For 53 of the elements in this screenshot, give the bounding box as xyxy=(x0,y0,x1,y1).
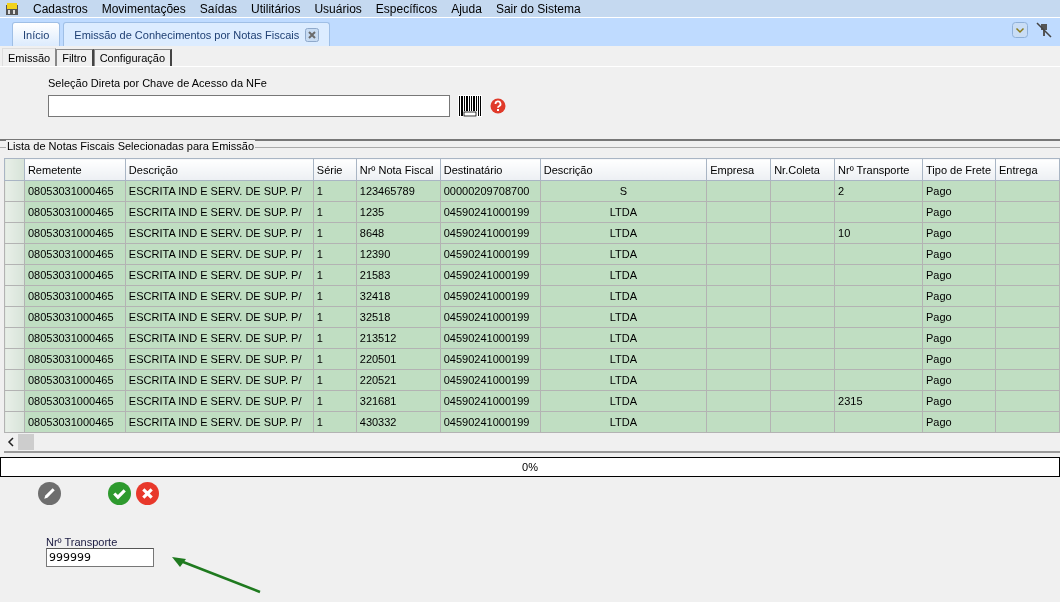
progress-text: 0% xyxy=(522,461,538,473)
dropdown-icon[interactable] xyxy=(1012,22,1028,38)
help-icon[interactable] xyxy=(490,98,506,114)
tab[interactable]: Emissão xyxy=(2,48,57,66)
menu-item[interactable]: Saídas xyxy=(192,1,245,16)
menu-item[interactable]: Específicos xyxy=(368,1,445,16)
field-label: Seleção Direta por Chave de Acesso da NFe xyxy=(48,77,268,89)
unpin-icon[interactable] xyxy=(1036,22,1052,38)
column-header[interactable]: Empresa xyxy=(706,158,771,181)
barcode-icon[interactable] xyxy=(458,95,482,117)
column-header[interactable]: Nr.Coleta xyxy=(770,158,835,181)
menu-item[interactable]: Sair do Sistema xyxy=(488,1,588,16)
scrollbar-thumb[interactable] xyxy=(18,434,34,450)
menu-item[interactable]: Ajuda xyxy=(444,1,489,16)
row-indicator[interactable] xyxy=(4,222,25,244)
corner-cell xyxy=(4,158,25,181)
row-indicator[interactable] xyxy=(4,369,25,391)
access-key-field[interactable] xyxy=(48,95,450,117)
column-header[interactable]: Descrição xyxy=(125,158,314,181)
transport-number-field[interactable]: 999999 xyxy=(46,548,154,567)
field-label: Nrº Transporte xyxy=(46,536,119,548)
row-indicator[interactable] xyxy=(4,201,25,223)
edit-icon[interactable] xyxy=(38,482,61,505)
tab[interactable]: Configuração xyxy=(93,49,173,66)
menu-item[interactable]: Movimentações xyxy=(94,1,193,16)
group-title: Lista de Notas Fiscais Selecionadas para Emissão xyxy=(6,140,255,152)
column-header[interactable]: Destinatário xyxy=(440,158,541,181)
column-header[interactable]: Nrº Nota Fiscal xyxy=(356,158,441,181)
menu-item[interactable]: Usuários xyxy=(307,1,369,16)
confirm-icon[interactable] xyxy=(108,482,131,505)
tab[interactable]: Filtro xyxy=(56,49,94,66)
column-header[interactable]: Descrição xyxy=(540,158,707,181)
document-tab[interactable]: Emissão de Conhecimentos por Notas Fiscais xyxy=(63,22,331,46)
column-header[interactable]: Remetente xyxy=(24,158,126,181)
arrow-icon xyxy=(170,556,262,594)
row-indicator[interactable] xyxy=(4,327,25,349)
app-logo-icon xyxy=(4,0,20,17)
close-icon[interactable] xyxy=(305,27,320,42)
menu-item[interactable]: Cadastros xyxy=(26,1,95,16)
cancel-icon[interactable] xyxy=(136,482,159,505)
document-tab[interactable]: Início xyxy=(12,22,61,46)
row-indicator[interactable] xyxy=(4,390,25,412)
row-indicator[interactable] xyxy=(4,264,25,286)
row-indicator[interactable] xyxy=(4,243,25,265)
column-header[interactable]: Série xyxy=(313,158,357,181)
row-indicator[interactable] xyxy=(4,180,25,202)
column-header[interactable]: Entrega xyxy=(995,158,1060,181)
column-header[interactable]: Nrº Transporte xyxy=(834,158,923,181)
row-indicator[interactable] xyxy=(4,306,25,328)
row-indicator[interactable] xyxy=(4,285,25,307)
column-header[interactable]: Tipo de Frete xyxy=(922,158,996,181)
menu-item[interactable]: Utilitários xyxy=(244,1,308,16)
row-indicator[interactable] xyxy=(4,348,25,370)
